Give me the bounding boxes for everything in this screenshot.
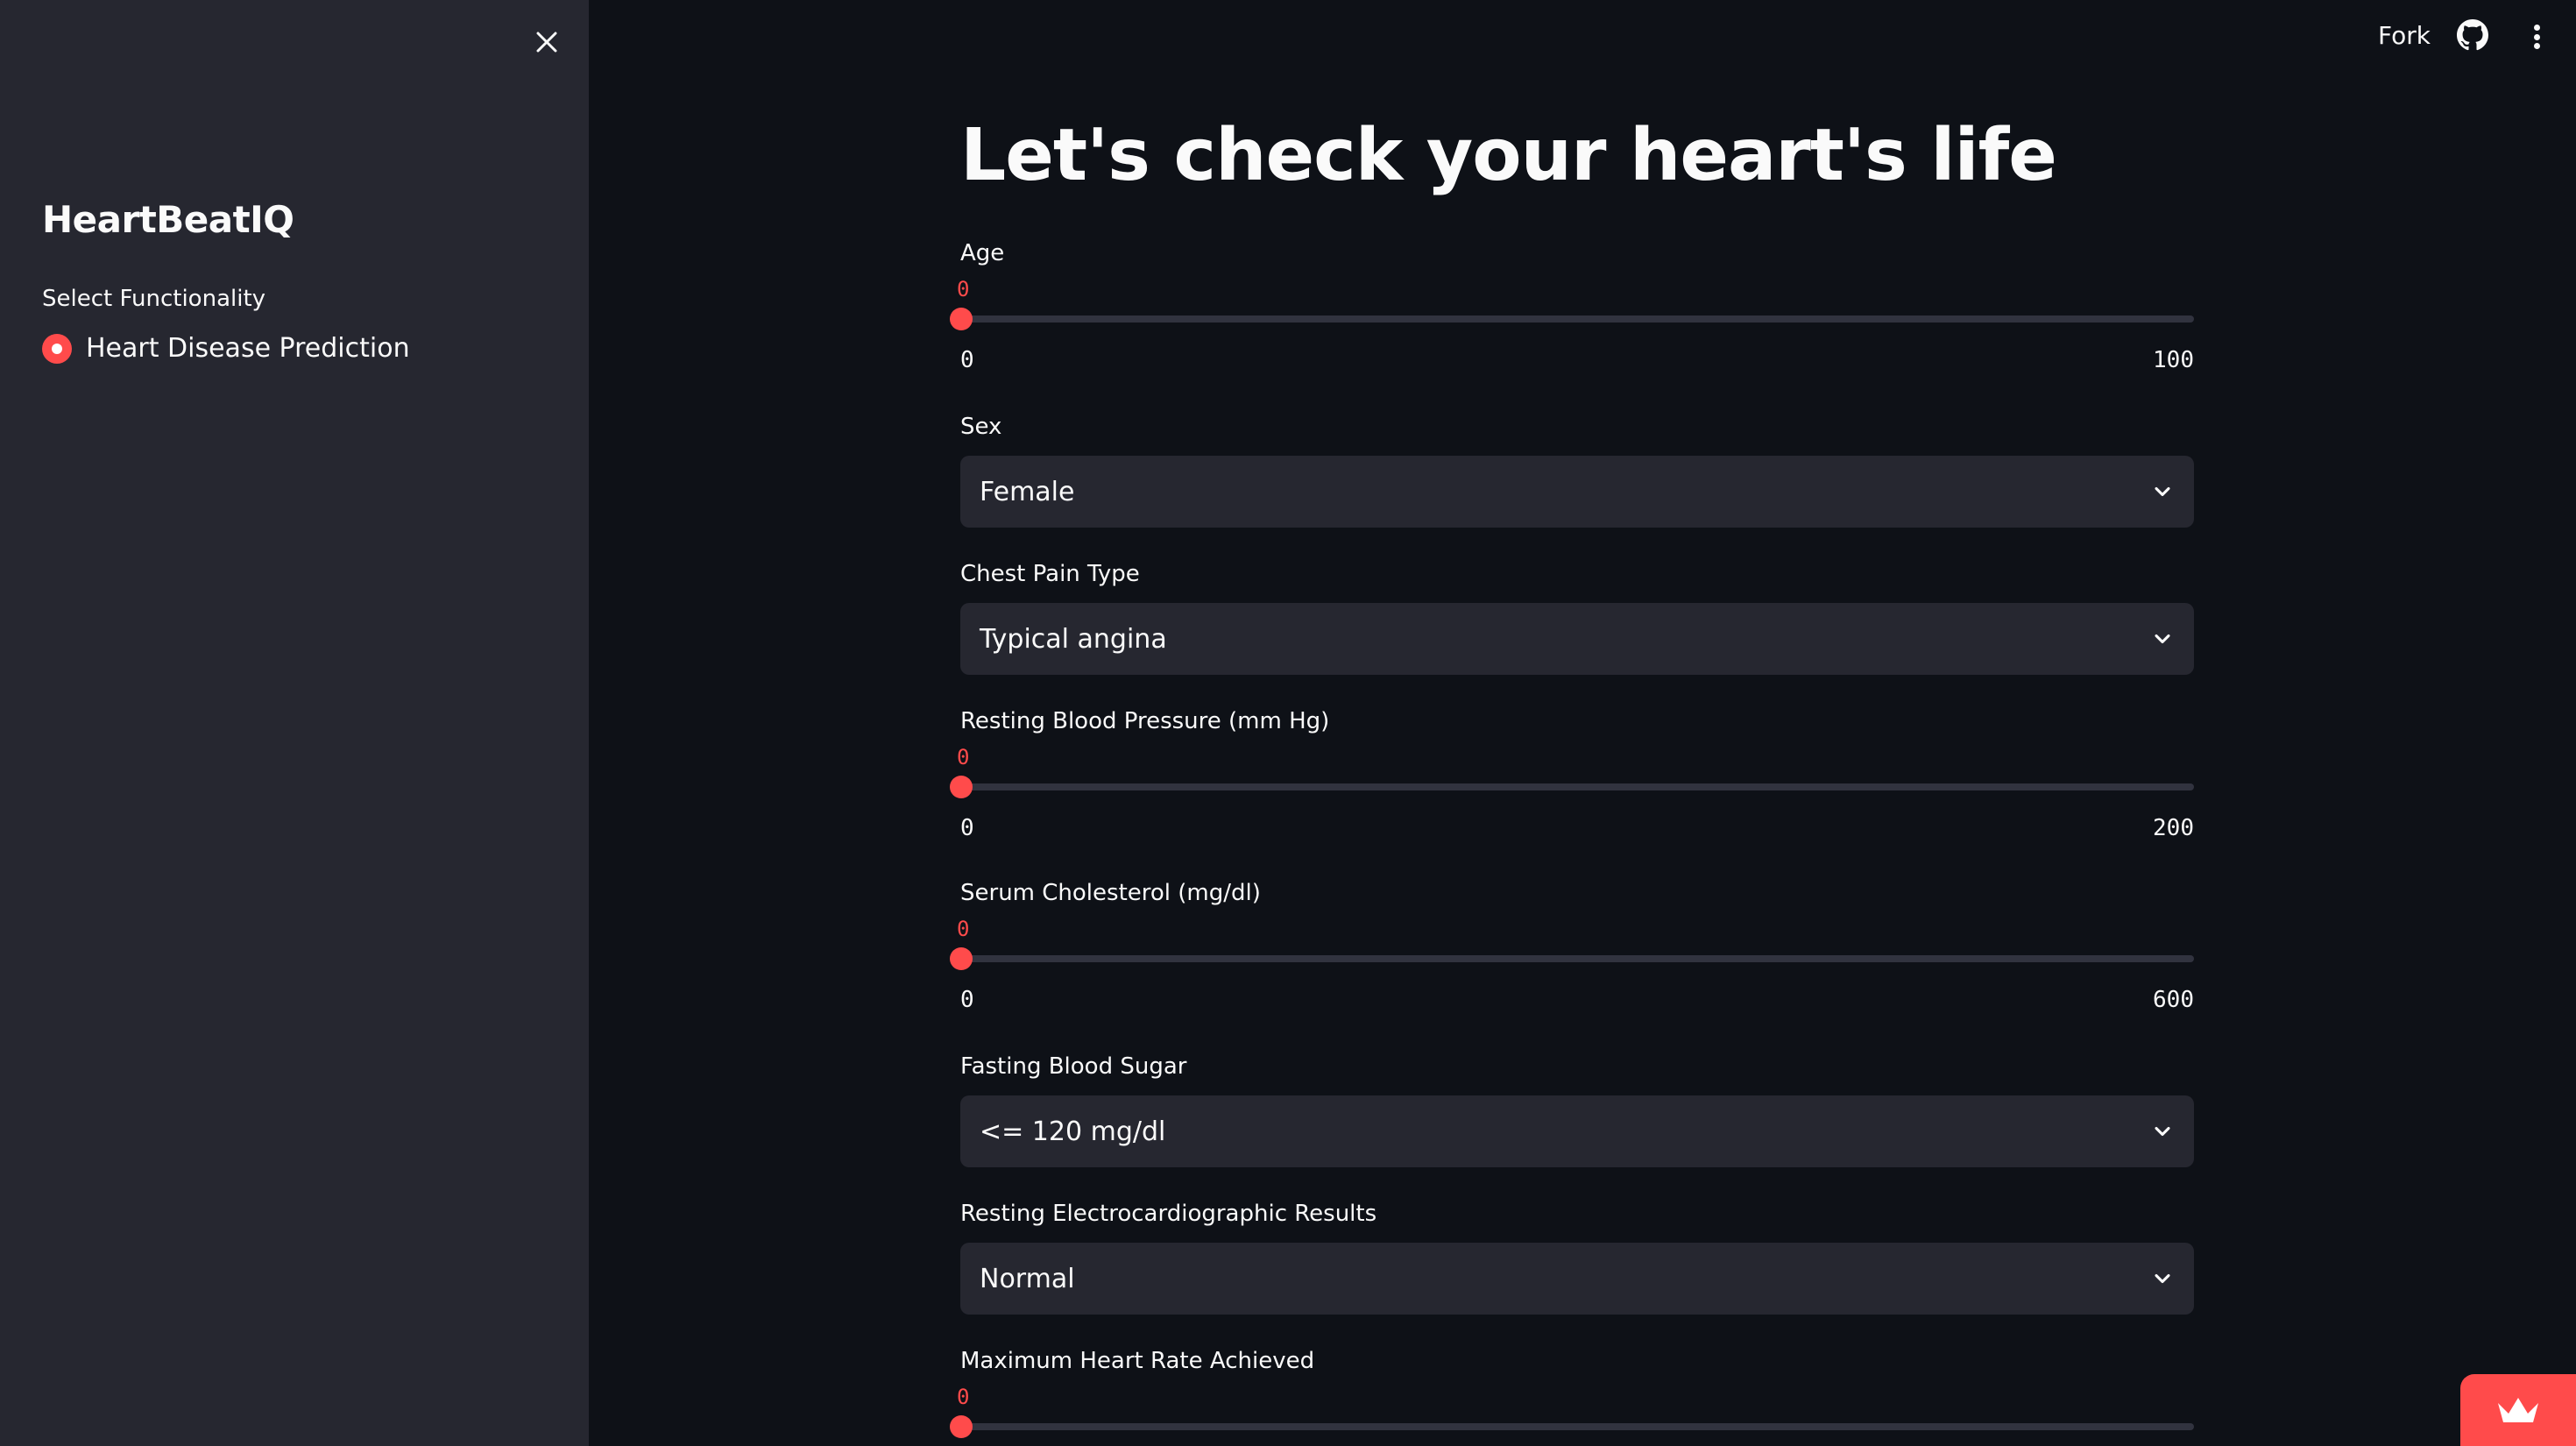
fork-button[interactable]: Fork (2378, 21, 2431, 50)
streamlit-badge[interactable] (2460, 1374, 2576, 1446)
resting-bp-slider[interactable] (950, 776, 2194, 798)
fasting-sugar-select[interactable]: <= 120 mg/dl (960, 1095, 2194, 1167)
radio-selected-icon (42, 333, 72, 364)
cholesterol-slider-min: 0 (960, 987, 974, 1013)
max-hr-slider[interactable] (950, 1415, 2194, 1438)
age-slider-thumb[interactable] (950, 308, 973, 330)
cholesterol-slider-thumb[interactable] (950, 947, 973, 970)
fasting-sugar-select-value: <= 120 mg/dl (980, 1116, 1166, 1147)
chest-pain-select-value: Typical angina (980, 623, 1167, 655)
github-button[interactable] (2457, 19, 2492, 54)
max-hr-slider-thumb[interactable] (950, 1415, 973, 1438)
cholesterol-label: Serum Cholesterol (mg/dl) (960, 880, 1261, 906)
functionality-label: Select Functionality (42, 286, 266, 312)
page-title: Let's check your heart's life (960, 114, 2057, 197)
sex-select-value: Female (980, 476, 1075, 507)
resting-bp-slider-value: 0 (957, 745, 970, 769)
close-sidebar-button[interactable] (529, 25, 564, 60)
resting-bp-slider-thumb[interactable] (950, 776, 973, 798)
resting-bp-slider-min: 0 (960, 815, 974, 841)
sex-label: Sex (960, 414, 1002, 440)
max-hr-slider-value: 0 (957, 1385, 970, 1409)
ecg-label: Resting Electrocardiographic Results (960, 1201, 1377, 1227)
main-menu-button[interactable] (2523, 19, 2550, 54)
chevron-down-icon (2155, 1126, 2170, 1137)
age-label: Age (960, 240, 1005, 266)
cholesterol-slider-value: 0 (957, 917, 970, 941)
sex-select[interactable]: Female (960, 456, 2194, 528)
radio-label: Heart Disease Prediction (86, 333, 410, 364)
age-slider[interactable] (950, 308, 2194, 330)
sidebar: HeartBeatIQ Select Functionality Heart D… (0, 0, 589, 1446)
resting-bp-slider-max: 200 (2153, 815, 2194, 841)
radio-heart-disease-prediction[interactable]: Heart Disease Prediction (42, 333, 410, 364)
ecg-select[interactable]: Normal (960, 1243, 2194, 1315)
fasting-sugar-label: Fasting Blood Sugar (960, 1053, 1187, 1080)
chevron-down-icon (2155, 1273, 2170, 1284)
close-icon (536, 32, 557, 53)
github-icon (2457, 19, 2488, 51)
cholesterol-slider[interactable] (950, 947, 2194, 970)
chevron-down-icon (2155, 486, 2170, 497)
more-vertical-icon (2533, 25, 2540, 31)
crown-icon (2498, 1398, 2538, 1422)
age-slider-value: 0 (957, 277, 970, 301)
age-slider-min: 0 (960, 347, 974, 373)
age-slider-max: 100 (2153, 347, 2194, 373)
menu-dot (2533, 33, 2540, 40)
ecg-select-value: Normal (980, 1263, 1075, 1294)
chevron-down-icon (2155, 634, 2170, 644)
sidebar-title: HeartBeatIQ (42, 198, 294, 241)
cholesterol-slider-max: 600 (2153, 987, 2194, 1013)
chest-pain-label: Chest Pain Type (960, 561, 1140, 587)
chest-pain-select[interactable]: Typical angina (960, 603, 2194, 675)
resting-bp-label: Resting Blood Pressure (mm Hg) (960, 708, 1330, 734)
max-hr-label: Maximum Heart Rate Achieved (960, 1348, 1315, 1374)
menu-dot (2533, 43, 2540, 49)
